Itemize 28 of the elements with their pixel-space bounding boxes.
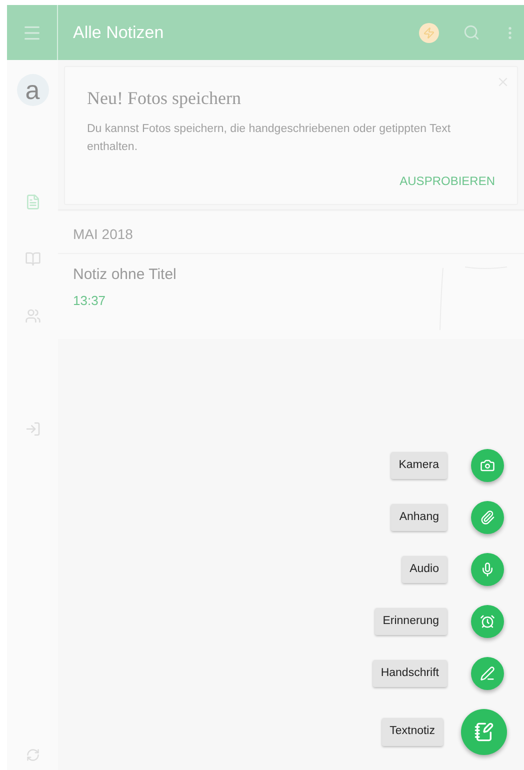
note-row[interactable]: Notiz ohne Titel 13:37 xyxy=(58,254,524,339)
people-icon[interactable] xyxy=(24,308,40,324)
month-heading: MAI 2018 xyxy=(73,226,133,242)
note-icon[interactable] xyxy=(24,194,40,210)
note-icon xyxy=(474,722,494,742)
action-label: Erinnerung xyxy=(374,608,447,636)
account-avatar[interactable]: a xyxy=(16,74,48,106)
action-label: Handschrift xyxy=(372,660,447,688)
promo-text: Du kannst Fotos speichern, die handgeschriebenen oder getippten Text enthalten. xyxy=(87,122,452,155)
action-label: Textnotiz xyxy=(382,718,443,746)
promo-title: Neu! Fotos speichern xyxy=(87,87,242,110)
alarm-clock-icon xyxy=(480,614,495,629)
paperclip-icon xyxy=(480,510,495,525)
microphone-icon xyxy=(480,562,495,577)
lightning-icon[interactable] xyxy=(419,22,439,42)
action-label: Kamera xyxy=(390,452,447,480)
try-it-link[interactable]: AUSPROBIEREN xyxy=(400,172,495,190)
page-title: Alle Notizen xyxy=(73,22,165,44)
sync-icon[interactable] xyxy=(26,748,40,762)
action-label: Anhang xyxy=(391,504,447,532)
note-time: 13:37 xyxy=(73,292,107,310)
notebook-icon[interactable] xyxy=(24,251,40,267)
action-label: Audio xyxy=(402,556,447,584)
pen-icon xyxy=(480,666,495,681)
camera-icon xyxy=(480,458,495,473)
note-title: Notiz ohne Titel xyxy=(73,265,178,285)
search-icon[interactable] xyxy=(463,24,480,41)
arrow-into-box-icon[interactable] xyxy=(24,421,40,437)
